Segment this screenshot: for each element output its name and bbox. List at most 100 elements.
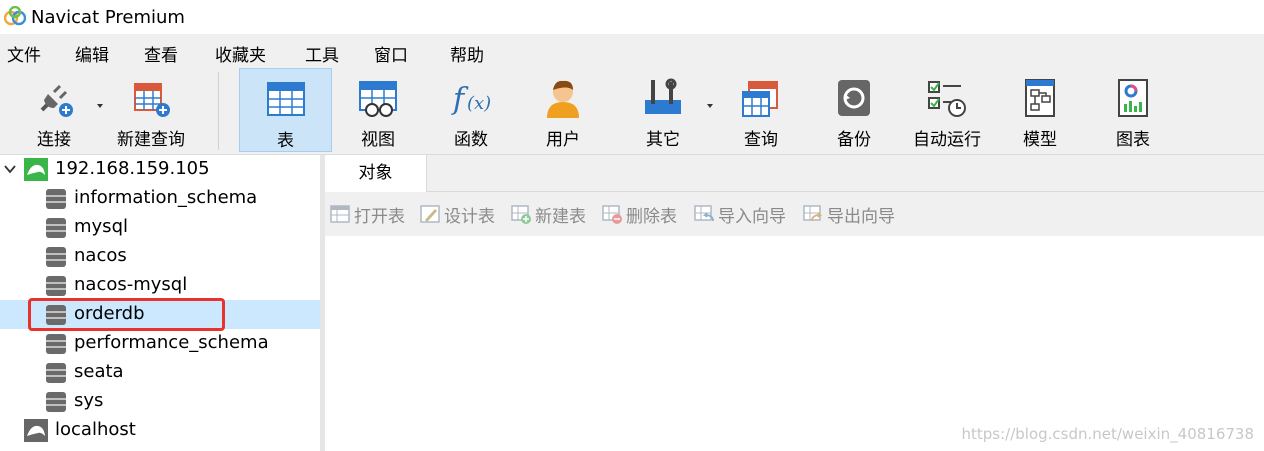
chevron-down-icon[interactable] <box>4 163 16 175</box>
function-button[interactable]: f (x) 函数 <box>426 68 516 152</box>
mysql-connection-icon <box>24 419 48 442</box>
connect-dropdown-icon[interactable] <box>97 104 103 108</box>
delete-table-label: 删除表 <box>626 206 677 227</box>
export-icon <box>803 205 823 222</box>
database-icon <box>46 392 66 412</box>
database-icon <box>46 218 66 238</box>
model-icon <box>1025 79 1055 117</box>
database-name: nacos-mysql <box>74 274 188 295</box>
tree-db-performance-schema[interactable]: performance_schema <box>0 329 320 358</box>
tree-db-seata[interactable]: seata <box>0 358 320 387</box>
user-icon <box>547 80 579 118</box>
new-query-button[interactable]: 新建查询 <box>108 68 194 152</box>
database-name: mysql <box>74 216 128 237</box>
database-icon <box>46 189 66 209</box>
view-label: 视图 <box>361 130 395 150</box>
main-toolbar: 连接 新建查询 表 视图 f (x) 函数 用户 其它 查询 备份 自动运行 模… <box>0 68 1264 155</box>
function-icon: f (x) <box>451 82 491 117</box>
other-label: 其它 <box>646 130 680 150</box>
title-bar: Navicat Premium <box>0 0 1264 34</box>
import-icon <box>694 205 714 222</box>
connect-label: 连接 <box>37 130 71 150</box>
tree-db-information-schema[interactable]: information_schema <box>0 184 320 213</box>
export-wizard-label: 导出向导 <box>827 206 895 227</box>
chart-label: 图表 <box>1116 130 1150 150</box>
open-table-button[interactable]: 打开表 <box>329 203 405 227</box>
menu-edit[interactable]: 编辑 <box>75 41 109 66</box>
tree-connection-localhost[interactable]: localhost <box>0 416 320 445</box>
tree-db-nacos-mysql[interactable]: nacos-mysql <box>0 271 320 300</box>
database-name: nacos <box>74 245 127 266</box>
selection-highlight-box <box>28 298 225 331</box>
view-button[interactable]: 视图 <box>333 68 423 152</box>
object-pane: 对象 打开表 设计表 新建表 删除表 导入向导 导出向导 <box>325 155 1264 451</box>
delete-table-icon <box>602 205 622 224</box>
menu-bar: 文件 编辑 查看 收藏夹 工具 窗口 帮助 <box>0 34 1264 68</box>
automation-label: 自动运行 <box>913 130 981 150</box>
backup-icon <box>838 80 870 116</box>
table-icon <box>266 82 305 116</box>
new-query-label: 新建查询 <box>117 130 185 150</box>
table-button[interactable]: 表 <box>239 68 332 152</box>
view-icon <box>359 81 397 117</box>
new-table-label: 新建表 <box>535 206 586 227</box>
object-toolbar: 打开表 设计表 新建表 删除表 导入向导 导出向导 <box>325 192 1264 236</box>
user-button[interactable]: 用户 <box>518 68 608 152</box>
connection-name: localhost <box>55 419 136 440</box>
tree-connection-row[interactable]: 192.168.159.105 <box>0 155 320 184</box>
delete-table-button[interactable]: 删除表 <box>601 203 677 227</box>
connect-button[interactable]: 连接 <box>20 68 88 152</box>
function-label: 函数 <box>454 130 488 150</box>
database-icon <box>46 276 66 296</box>
database-name: sys <box>74 390 104 411</box>
automation-icon <box>928 81 966 117</box>
tab-objects[interactable]: 对象 <box>325 155 427 192</box>
model-button[interactable]: 模型 <box>995 68 1085 152</box>
database-icon <box>46 363 66 383</box>
database-icon <box>46 334 66 354</box>
automation-button[interactable]: 自动运行 <box>902 68 992 152</box>
menu-window[interactable]: 窗口 <box>374 41 408 66</box>
new-table-icon <box>511 205 531 224</box>
menu-help[interactable]: 帮助 <box>450 41 484 66</box>
chart-button[interactable]: 图表 <box>1088 68 1178 152</box>
chart-icon <box>1118 79 1148 117</box>
database-name: performance_schema <box>74 332 269 353</box>
database-name: seata <box>74 361 124 382</box>
design-table-icon <box>420 205 440 223</box>
new-query-icon <box>134 83 170 117</box>
import-wizard-button[interactable]: 导入向导 <box>693 203 786 227</box>
import-wizard-label: 导入向导 <box>718 206 786 227</box>
query-icon <box>742 81 778 117</box>
design-table-label: 设计表 <box>444 206 495 227</box>
export-wizard-button[interactable]: 导出向导 <box>802 203 895 227</box>
tree-db-sys[interactable]: sys <box>0 387 320 416</box>
tree-db-nacos[interactable]: nacos <box>0 242 320 271</box>
menu-favorites[interactable]: 收藏夹 <box>215 41 266 66</box>
tools-icon <box>645 78 681 114</box>
menu-view[interactable]: 查看 <box>144 41 178 66</box>
menu-file[interactable]: 文件 <box>7 41 41 66</box>
other-button[interactable]: 其它 <box>618 68 708 152</box>
open-table-label: 打开表 <box>354 206 405 227</box>
table-label: 表 <box>277 131 294 151</box>
database-name: information_schema <box>74 187 258 208</box>
tab-bar: 对象 <box>325 155 1264 192</box>
query-button[interactable]: 查询 <box>716 68 806 152</box>
user-label: 用户 <box>546 130 580 150</box>
tree-db-mysql[interactable]: mysql <box>0 213 320 242</box>
mysql-connection-icon <box>24 158 48 181</box>
plug-icon <box>40 84 73 117</box>
watermark-text: https://blog.csdn.net/weixin_40816738 <box>961 425 1254 443</box>
new-table-button[interactable]: 新建表 <box>510 203 586 227</box>
menu-tools[interactable]: 工具 <box>305 41 339 66</box>
other-dropdown-icon[interactable] <box>707 104 713 108</box>
database-icon <box>46 247 66 267</box>
backup-label: 备份 <box>837 130 871 150</box>
connection-name: 192.168.159.105 <box>55 158 210 179</box>
model-label: 模型 <box>1023 130 1057 150</box>
toolbar-separator <box>218 72 219 150</box>
backup-button[interactable]: 备份 <box>809 68 899 152</box>
design-table-button[interactable]: 设计表 <box>419 203 495 227</box>
navicat-logo-icon <box>4 6 26 26</box>
